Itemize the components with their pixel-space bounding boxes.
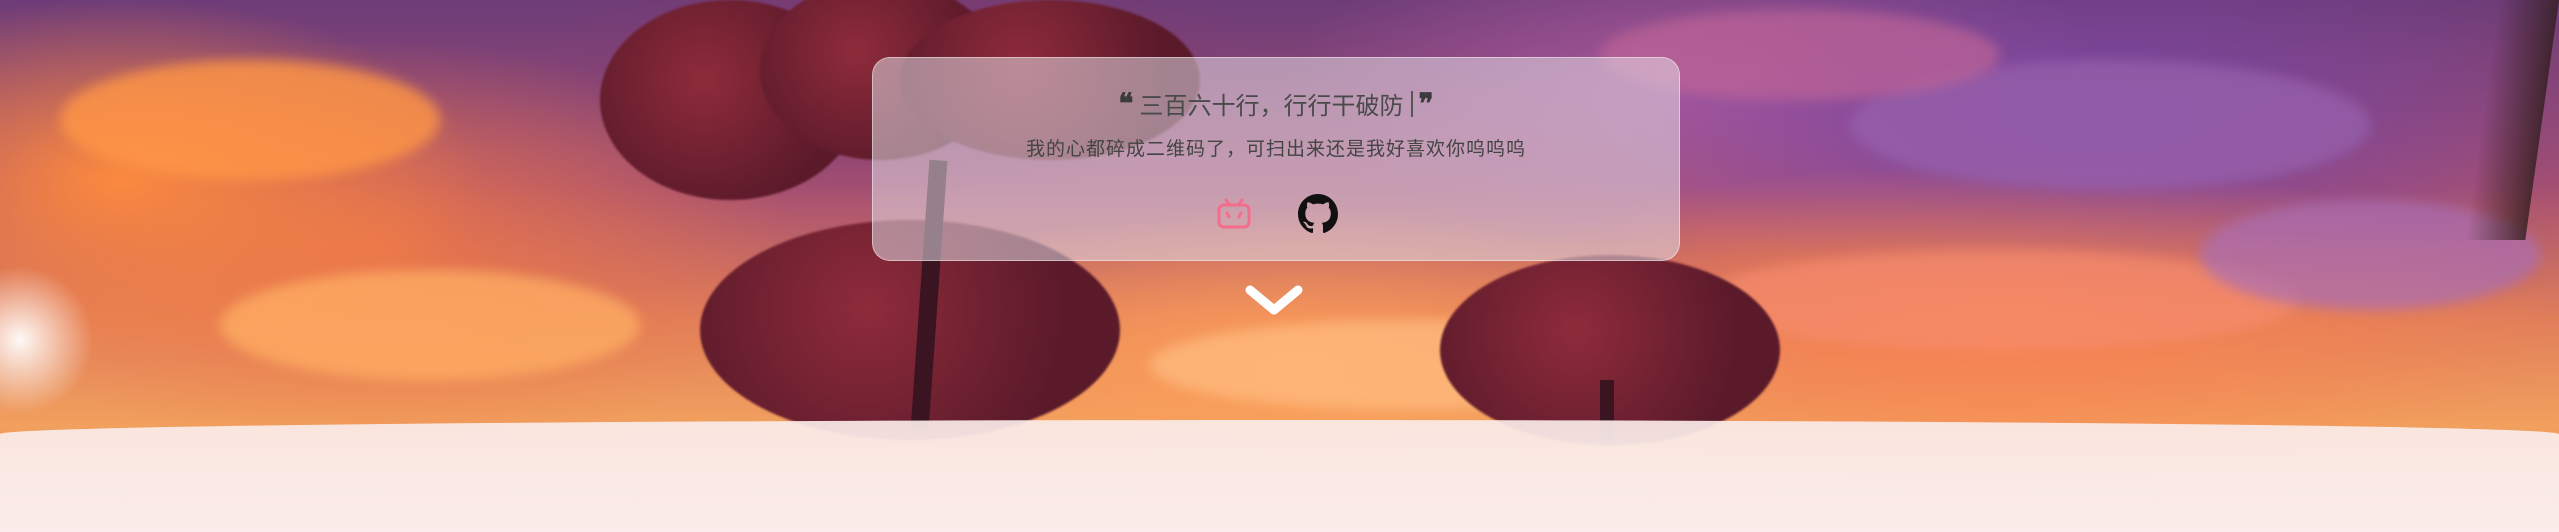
- bilibili-link[interactable]: [1214, 194, 1254, 234]
- cloud: [220, 270, 640, 380]
- hero-subtitle: 我的心都碎成二维码了，可扫出来还是我好喜欢你呜呜呜: [1025, 138, 1526, 160]
- hero-quote-text: 三百六十行，行行干破防: [1139, 92, 1404, 120]
- structure-edge: [2465, 0, 2559, 240]
- scroll-down-button[interactable]: [1242, 280, 1306, 320]
- light-glow: [0, 260, 100, 420]
- bilibili-icon: [1217, 198, 1251, 229]
- content-area-top: [0, 420, 2559, 532]
- hero-card: ❝ 三百六十行，行行干破防 ❞ 我的心都碎成二维码了，可扫出来还是我好喜欢你呜呜…: [872, 57, 1680, 261]
- cloud: [60, 60, 440, 180]
- github-link[interactable]: [1298, 194, 1338, 234]
- quote-close-icon: ❞: [1418, 86, 1434, 120]
- chevron-down-icon: [1245, 285, 1303, 315]
- github-icon: [1298, 194, 1338, 234]
- social-links: [873, 194, 1679, 234]
- page: ❝ 三百六十行，行行干破防 ❞ 我的心都碎成二维码了，可扫出来还是我好喜欢你呜呜…: [0, 0, 2559, 532]
- hero-quote: ❝ 三百六十行，行行干破防 ❞: [873, 86, 1679, 121]
- quote-open-icon: ❝: [1118, 86, 1134, 120]
- typing-cursor: [1410, 90, 1413, 117]
